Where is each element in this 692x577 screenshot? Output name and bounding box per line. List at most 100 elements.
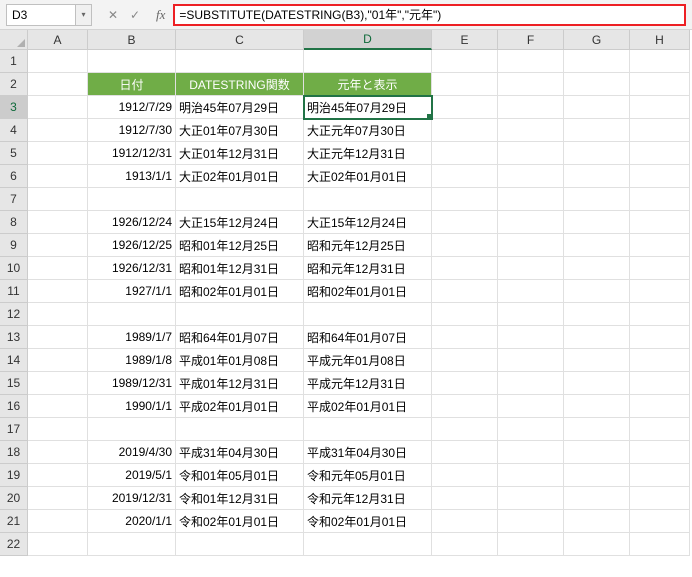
- cell-G2[interactable]: [564, 73, 630, 96]
- cell-F3[interactable]: [498, 96, 564, 119]
- cell-D13[interactable]: 昭和64年01月07日: [304, 326, 432, 349]
- cell-E12[interactable]: [432, 303, 498, 326]
- cell-G11[interactable]: [564, 280, 630, 303]
- cell-C17[interactable]: [176, 418, 304, 441]
- name-box[interactable]: D3: [6, 4, 76, 26]
- cell-E17[interactable]: [432, 418, 498, 441]
- cell-H3[interactable]: [630, 96, 690, 119]
- cell-E9[interactable]: [432, 234, 498, 257]
- row-header-11[interactable]: 11: [0, 280, 28, 303]
- cell-E21[interactable]: [432, 510, 498, 533]
- cell-G13[interactable]: [564, 326, 630, 349]
- cell-H15[interactable]: [630, 372, 690, 395]
- cell-F8[interactable]: [498, 211, 564, 234]
- cell-D15[interactable]: 平成元年12月31日: [304, 372, 432, 395]
- cell-F5[interactable]: [498, 142, 564, 165]
- row-header-22[interactable]: 22: [0, 533, 28, 556]
- cell-B8[interactable]: 1926/12/24: [88, 211, 176, 234]
- cell-E4[interactable]: [432, 119, 498, 142]
- cell-F9[interactable]: [498, 234, 564, 257]
- cell-H22[interactable]: [630, 533, 690, 556]
- cell-A7[interactable]: [28, 188, 88, 211]
- cell-H1[interactable]: [630, 50, 690, 73]
- select-all-corner[interactable]: [0, 30, 28, 50]
- cell-B13[interactable]: 1989/1/7: [88, 326, 176, 349]
- cell-B9[interactable]: 1926/12/25: [88, 234, 176, 257]
- row-header-16[interactable]: 16: [0, 395, 28, 418]
- cell-H5[interactable]: [630, 142, 690, 165]
- cell-A13[interactable]: [28, 326, 88, 349]
- cell-H4[interactable]: [630, 119, 690, 142]
- cell-F6[interactable]: [498, 165, 564, 188]
- cell-E3[interactable]: [432, 96, 498, 119]
- row-header-17[interactable]: 17: [0, 418, 28, 441]
- cell-H11[interactable]: [630, 280, 690, 303]
- cell-D18[interactable]: 平成31年04月30日: [304, 441, 432, 464]
- cell-E11[interactable]: [432, 280, 498, 303]
- cell-B10[interactable]: 1926/12/31: [88, 257, 176, 280]
- cell-E18[interactable]: [432, 441, 498, 464]
- cell-C5[interactable]: 大正01年12月31日: [176, 142, 304, 165]
- cell-H14[interactable]: [630, 349, 690, 372]
- cell-A12[interactable]: [28, 303, 88, 326]
- cell-H21[interactable]: [630, 510, 690, 533]
- cell-D6[interactable]: 大正02年01月01日: [304, 165, 432, 188]
- col-header-h[interactable]: H: [630, 30, 690, 50]
- cell-G21[interactable]: [564, 510, 630, 533]
- cell-E13[interactable]: [432, 326, 498, 349]
- cell-B14[interactable]: 1989/1/8: [88, 349, 176, 372]
- cell-D19[interactable]: 令和元年05月01日: [304, 464, 432, 487]
- row-header-13[interactable]: 13: [0, 326, 28, 349]
- cell-G6[interactable]: [564, 165, 630, 188]
- cell-C11[interactable]: 昭和02年01月01日: [176, 280, 304, 303]
- cell-D1[interactable]: [304, 50, 432, 73]
- cell-A3[interactable]: [28, 96, 88, 119]
- cell-A17[interactable]: [28, 418, 88, 441]
- cell-H6[interactable]: [630, 165, 690, 188]
- cell-G17[interactable]: [564, 418, 630, 441]
- cell-E1[interactable]: [432, 50, 498, 73]
- name-box-dropdown[interactable]: ▾: [76, 4, 92, 26]
- cell-D12[interactable]: [304, 303, 432, 326]
- cell-C8[interactable]: 大正15年12月24日: [176, 211, 304, 234]
- cell-G1[interactable]: [564, 50, 630, 73]
- cell-E7[interactable]: [432, 188, 498, 211]
- cell-G14[interactable]: [564, 349, 630, 372]
- cell-A5[interactable]: [28, 142, 88, 165]
- cell-C9[interactable]: 昭和01年12月25日: [176, 234, 304, 257]
- col-header-c[interactable]: C: [176, 30, 304, 50]
- col-header-d[interactable]: D: [304, 30, 432, 50]
- cell-B17[interactable]: [88, 418, 176, 441]
- cell-G15[interactable]: [564, 372, 630, 395]
- cell-C15[interactable]: 平成01年12月31日: [176, 372, 304, 395]
- row-header-10[interactable]: 10: [0, 257, 28, 280]
- cell-E5[interactable]: [432, 142, 498, 165]
- cell-A1[interactable]: [28, 50, 88, 73]
- row-header-3[interactable]: 3: [0, 96, 28, 119]
- cell-B22[interactable]: [88, 533, 176, 556]
- cell-E15[interactable]: [432, 372, 498, 395]
- col-header-b[interactable]: B: [88, 30, 176, 50]
- cell-B16[interactable]: 1990/1/1: [88, 395, 176, 418]
- cell-F17[interactable]: [498, 418, 564, 441]
- row-header-12[interactable]: 12: [0, 303, 28, 326]
- col-header-g[interactable]: G: [564, 30, 630, 50]
- cell-A9[interactable]: [28, 234, 88, 257]
- cell-C14[interactable]: 平成01年01月08日: [176, 349, 304, 372]
- col-header-e[interactable]: E: [432, 30, 498, 50]
- row-header-4[interactable]: 4: [0, 119, 28, 142]
- row-header-18[interactable]: 18: [0, 441, 28, 464]
- cell-E22[interactable]: [432, 533, 498, 556]
- cell-H8[interactable]: [630, 211, 690, 234]
- cell-F1[interactable]: [498, 50, 564, 73]
- cell-D9[interactable]: 昭和元年12月25日: [304, 234, 432, 257]
- cell-B19[interactable]: 2019/5/1: [88, 464, 176, 487]
- cell-F18[interactable]: [498, 441, 564, 464]
- cell-C12[interactable]: [176, 303, 304, 326]
- cell-A2[interactable]: [28, 73, 88, 96]
- cell-F11[interactable]: [498, 280, 564, 303]
- cell-H17[interactable]: [630, 418, 690, 441]
- cell-A4[interactable]: [28, 119, 88, 142]
- cell-E14[interactable]: [432, 349, 498, 372]
- cell-D5[interactable]: 大正元年12月31日: [304, 142, 432, 165]
